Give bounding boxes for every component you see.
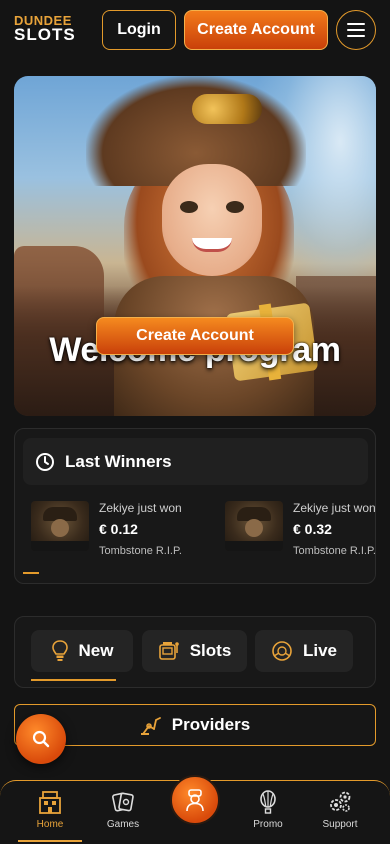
active-tab-indicator	[31, 679, 116, 681]
live-casino-icon	[272, 641, 292, 661]
create-account-button[interactable]: Create Account	[184, 10, 328, 50]
tab-label: Slots	[189, 641, 232, 660]
last-winners-panel: Last Winners Zekiye just won € 0.12 Tomb…	[14, 428, 376, 584]
active-nav-indicator	[18, 840, 82, 842]
winner-game: Tombstone R.I.P.	[99, 545, 182, 557]
nav-label: Promo	[253, 819, 283, 830]
game-thumbnail	[225, 501, 283, 551]
hero-eye-left	[180, 201, 198, 213]
nav-support[interactable]: Support	[310, 789, 370, 830]
header: DUNDEE SLOTS Login Create Account	[0, 0, 390, 60]
tab-label: New	[78, 641, 114, 660]
hero-create-account-button[interactable]: Create Account	[96, 317, 294, 355]
gears-icon	[330, 791, 351, 812]
tab-slots[interactable]: Slots	[142, 630, 247, 672]
tab-live[interactable]: Live	[255, 630, 353, 672]
winner-amount: € 0.12	[99, 521, 138, 537]
search-button[interactable]	[16, 714, 66, 764]
avatar-icon	[186, 789, 204, 812]
nav-label: Support	[322, 819, 358, 830]
providers-label: Providers	[171, 715, 251, 734]
tab-new[interactable]: New	[31, 630, 133, 672]
search-icon	[32, 730, 50, 748]
nav-promo[interactable]: Promo	[238, 789, 298, 830]
nav-label: Games	[106, 819, 140, 830]
hero-eye-right	[226, 201, 244, 213]
winner-amount: € 0.32	[293, 521, 332, 537]
home-icon	[39, 791, 61, 814]
winner-card[interactable]: Zekiye just won € 0.32 Tombstone R.I.P.	[225, 499, 376, 563]
logo[interactable]: DUNDEE SLOTS	[14, 14, 76, 43]
page: DUNDEE SLOTS Login Create Account Welcom…	[0, 0, 390, 844]
last-winners-title: Last Winners	[65, 451, 172, 471]
nav-home[interactable]: Home	[20, 789, 80, 830]
winner-card[interactable]: Zekiye just won € 0.12 Tombstone R.I.P.	[31, 499, 221, 563]
login-button[interactable]: Login	[102, 10, 176, 50]
carousel-progress	[23, 572, 39, 574]
lightbulb-icon	[51, 640, 68, 661]
winner-name: Zekiye just won	[293, 501, 376, 515]
crane-icon	[140, 717, 161, 735]
last-winners-header: Last Winners	[23, 438, 368, 485]
bottom-nav: Home Games Promo Support	[0, 775, 390, 844]
winner-game: Tombstone R.I.P.	[293, 545, 376, 557]
winner-name: Zekiye just won	[99, 501, 182, 515]
nav-profile-button[interactable]	[170, 775, 220, 825]
hamburger-icon	[347, 23, 365, 37]
menu-button[interactable]	[336, 10, 376, 50]
games-icon	[112, 792, 134, 812]
providers-button[interactable]: Providers	[14, 704, 376, 746]
logo-bottom: SLOTS	[14, 25, 76, 44]
clock-icon	[36, 452, 54, 471]
hero-goggles	[192, 94, 262, 124]
slot-machine-icon	[158, 642, 179, 660]
category-tabs: New Slots Live	[14, 616, 376, 688]
balloon-icon	[260, 790, 276, 814]
nav-label: Home	[36, 819, 64, 830]
hero-character-face	[162, 164, 262, 276]
game-thumbnail	[31, 501, 89, 551]
hero-banner[interactable]: Welcome program Create Account	[14, 76, 376, 416]
nav-games[interactable]: Games	[93, 789, 153, 830]
tab-label: Live	[302, 641, 338, 660]
